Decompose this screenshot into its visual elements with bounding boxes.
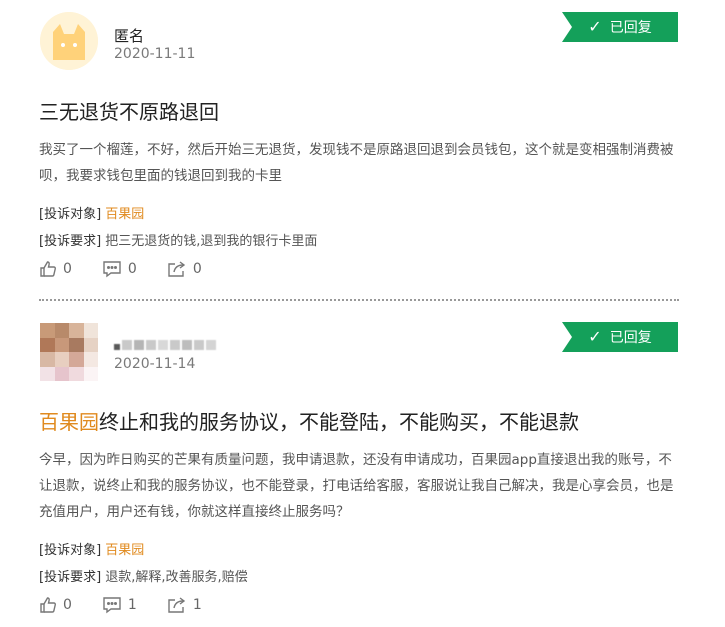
complaint-target: [投诉对象] 百果园 (39, 539, 144, 558)
post-date: 2020-11-14 (114, 356, 196, 372)
user-name: 匿名 (114, 27, 145, 45)
post-actions: 0 0 0 (39, 260, 202, 278)
complaint-request: [投诉要求] 把三无退货的钱,退到我的银行卡里面 (39, 230, 317, 249)
thumbs-up-icon (40, 261, 56, 277)
like-count: 0 (63, 261, 72, 277)
avatar[interactable] (40, 323, 98, 381)
comment-count: 0 (127, 261, 137, 277)
comment-button[interactable]: 0 (102, 260, 137, 278)
post-actions: 0 1 1 (39, 596, 202, 614)
like-button[interactable]: 0 (39, 260, 72, 278)
like-count: 0 (63, 597, 72, 613)
target-org-link[interactable]: 百果园 (105, 207, 144, 222)
check-icon: ✓ (588, 327, 602, 346)
share-button[interactable]: 0 (167, 260, 202, 278)
cat-avatar-icon (40, 12, 98, 70)
share-count: 0 (192, 261, 202, 277)
status-label: 已回复 (609, 20, 652, 36)
status-badge: ✓ 已回复 (562, 322, 678, 352)
post-divider (39, 299, 679, 301)
title-text: 终止和我的服务协议，不能登陆，不能购买，不能退款 (99, 410, 579, 434)
status-label: 已回复 (609, 330, 652, 346)
status-badge: ✓ 已回复 (562, 12, 678, 42)
request-text: 退款,解释,改善服务,赔偿 (105, 570, 248, 585)
post-body: 我买了一个榴莲，不好，然后开始三无退货，发现钱不是原路退回退到会员钱包，这个就是… (39, 142, 674, 184)
post-title[interactable]: 百果园终止和我的服务协议，不能登陆，不能购买，不能退款 (39, 406, 579, 435)
comment-icon (103, 261, 121, 278)
comment-button[interactable]: 1 (102, 596, 137, 614)
request-text: 把三无退货的钱,退到我的银行卡里面 (105, 234, 318, 249)
title-org-link[interactable]: 百果园 (39, 410, 99, 434)
share-count: 1 (192, 597, 202, 613)
avatar[interactable] (40, 12, 98, 70)
target-tag: [投诉对象] (39, 543, 102, 558)
title-text: 三无退货不原路退回 (39, 100, 219, 124)
comment-count: 1 (127, 597, 137, 613)
blurred-user-name (114, 340, 216, 350)
thumbs-up-icon (40, 597, 56, 613)
target-tag: [投诉对象] (39, 207, 102, 222)
blurred-avatar-image (40, 323, 98, 381)
share-button[interactable]: 1 (167, 596, 202, 614)
comment-icon (103, 597, 121, 614)
like-button[interactable]: 0 (39, 596, 72, 614)
complaint-target: [投诉对象] 百果园 (39, 203, 144, 222)
complaint-request: [投诉要求] 退款,解释,改善服务,赔偿 (39, 566, 248, 585)
post-date: 2020-11-11 (114, 46, 196, 62)
request-tag: [投诉要求] (39, 570, 102, 585)
target-org-link[interactable]: 百果园 (105, 543, 144, 558)
share-icon (168, 597, 186, 613)
share-icon (168, 261, 186, 277)
request-tag: [投诉要求] (39, 234, 102, 249)
check-icon: ✓ (588, 17, 602, 36)
post-title[interactable]: 三无退货不原路退回 (39, 96, 219, 125)
post-body: 今早，因为昨日购买的芒果有质量问题，我申请退款，还没有申请成功，百果园app直接… (39, 452, 674, 520)
